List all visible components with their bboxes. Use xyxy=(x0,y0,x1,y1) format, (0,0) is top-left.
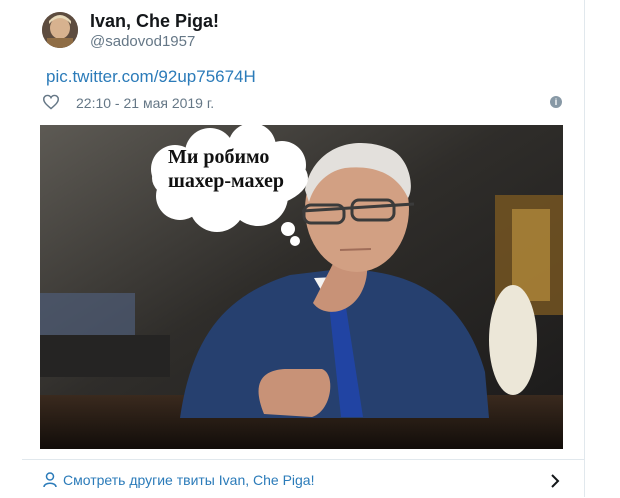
timestamp[interactable]: 22:10 - 21 мая 2019 г. xyxy=(76,95,214,111)
tweet-card: Ivan, Che Piga! @sadovod1957 pic.twitter… xyxy=(22,0,585,497)
speech-bubble-line2: шахер-махер xyxy=(168,170,285,192)
speech-bubble-text: Ми робимо шахер-махер xyxy=(168,145,318,193)
avatar[interactable] xyxy=(42,12,78,48)
tweet-meta: 22:10 - 21 мая 2019 г. i xyxy=(42,94,562,114)
speech-bubble-line1: Ми робимо xyxy=(168,146,270,168)
tweet-image[interactable]: Ми робимо шахер-махер xyxy=(40,125,563,449)
media-link[interactable]: pic.twitter.com/92up75674H xyxy=(46,67,256,87)
chevron-right-icon[interactable] xyxy=(550,473,560,489)
info-icon[interactable]: i xyxy=(550,96,562,108)
more-tweets-link[interactable]: Смотреть другие твиты Ivan, Che Piga! xyxy=(63,472,315,488)
heart-icon[interactable] xyxy=(42,94,60,110)
tweet-footer[interactable]: Смотреть другие твиты Ivan, Che Piga! xyxy=(22,459,584,498)
user-handle[interactable]: @sadovod1957 xyxy=(90,33,195,50)
display-name[interactable]: Ivan, Che Piga! xyxy=(90,11,219,32)
avatar-image xyxy=(42,12,78,48)
user-icon xyxy=(43,472,57,488)
